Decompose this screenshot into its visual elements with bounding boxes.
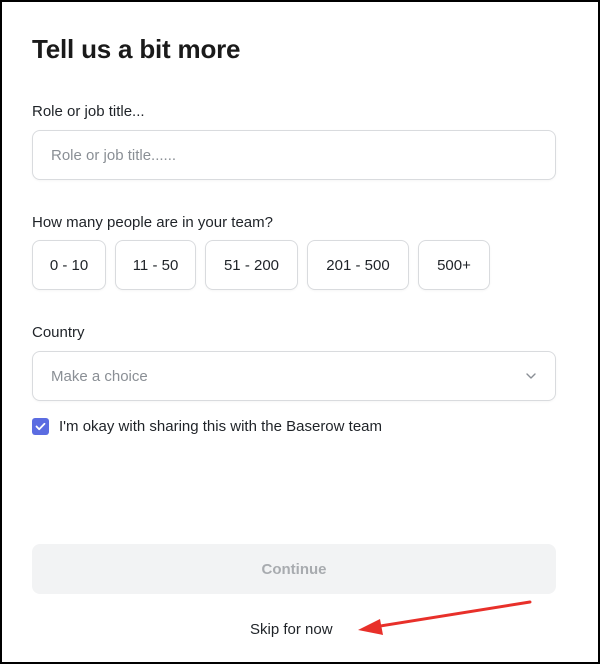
role-input[interactable]	[33, 131, 555, 179]
country-select-value: Make a choice	[51, 367, 148, 385]
consent-label: I'm okay with sharing this with the Base…	[59, 418, 382, 435]
country-label: Country	[32, 324, 85, 341]
team-size-option-51-200[interactable]: 51 - 200	[205, 240, 298, 290]
team-size-option-0-10[interactable]: 0 - 10	[32, 240, 106, 290]
chevron-down-icon	[525, 367, 537, 385]
consent-row: I'm okay with sharing this with the Base…	[32, 418, 382, 435]
onboarding-form: Tell us a bit more Role or job title... …	[0, 0, 600, 664]
continue-button[interactable]: Continue	[32, 544, 556, 594]
skip-for-now-link[interactable]: Skip for now	[250, 621, 333, 638]
role-label: Role or job title...	[32, 103, 145, 120]
role-field[interactable]	[32, 130, 556, 180]
check-icon	[35, 422, 46, 431]
team-size-option-11-50[interactable]: 11 - 50	[115, 240, 196, 290]
country-select[interactable]: Make a choice	[32, 351, 556, 401]
team-size-label: How many people are in your team?	[32, 214, 273, 231]
page-title: Tell us a bit more	[32, 34, 241, 64]
team-size-option-500-plus[interactable]: 500+	[418, 240, 490, 290]
annotation-arrow-icon	[358, 600, 532, 635]
team-size-option-201-500[interactable]: 201 - 500	[307, 240, 409, 290]
consent-checkbox[interactable]	[32, 418, 49, 435]
